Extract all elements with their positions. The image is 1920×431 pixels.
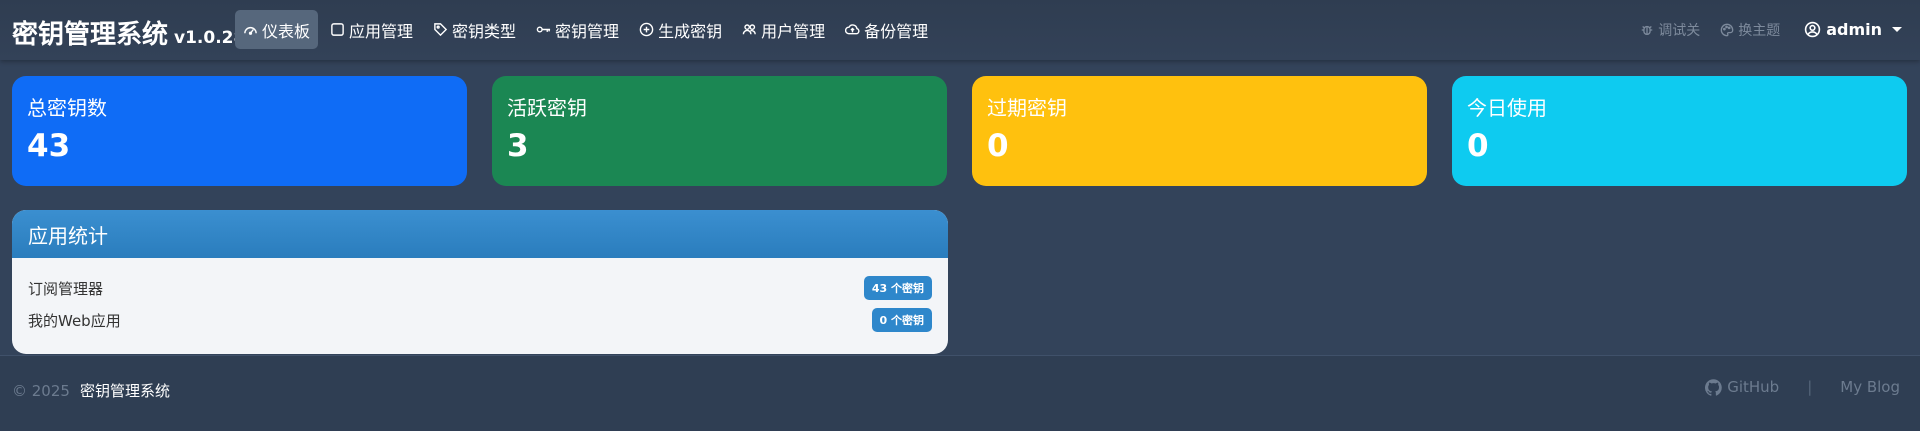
nav-item-apps[interactable]: 应用管理 bbox=[322, 10, 421, 49]
nav-label: 密钥管理 bbox=[555, 21, 620, 41]
stat-card-active-keys: 活跃密钥 3 bbox=[492, 76, 947, 186]
github-icon bbox=[1705, 378, 1722, 396]
stat-value: 43 bbox=[27, 128, 71, 164]
github-link[interactable]: GitHub bbox=[1705, 378, 1779, 396]
nav-item-dashboard[interactable]: 仪表板 bbox=[235, 10, 319, 49]
app-stats-panel: 应用统计 订阅管理器 43 个密钥 我的Web应用 0 个密钥 bbox=[12, 210, 948, 354]
nav-label: 仪表板 bbox=[262, 21, 311, 41]
debug-toggle[interactable]: 调试关 bbox=[1630, 10, 1710, 49]
key-count-badge: 0 个密钥 bbox=[871, 308, 932, 332]
panel-title: 应用统计 bbox=[12, 210, 948, 258]
stat-value: 3 bbox=[507, 128, 529, 164]
user-menu[interactable]: admin bbox=[1790, 10, 1902, 49]
app-stats-list: 订阅管理器 43 个密钥 我的Web应用 0 个密钥 bbox=[12, 258, 948, 350]
app-name: 我的Web应用 bbox=[28, 311, 121, 330]
footer: © 2025 密钥管理系统 GitHub | My Blog bbox=[0, 355, 1920, 431]
debug-label: 调试关 bbox=[1658, 22, 1701, 39]
footer-divider: | bbox=[1807, 378, 1813, 396]
stat-label: 今日使用 bbox=[1467, 96, 1547, 120]
copyright-year: © 2025 bbox=[12, 382, 70, 400]
app-name: 订阅管理器 bbox=[28, 279, 104, 298]
list-item: 订阅管理器 43 个密钥 bbox=[28, 272, 932, 304]
palette-icon bbox=[1720, 23, 1734, 36]
user-circle-icon bbox=[1805, 21, 1821, 38]
stat-card-expired-keys: 过期密钥 0 bbox=[972, 76, 1427, 186]
username: admin bbox=[1826, 20, 1882, 39]
stat-value: 0 bbox=[1467, 128, 1489, 164]
brand-title: 密钥管理系统 bbox=[12, 20, 169, 50]
stat-card-today-usage: 今日使用 0 bbox=[1452, 76, 1907, 186]
stat-value: 0 bbox=[987, 128, 1009, 164]
brand[interactable]: 密钥管理系统 v1.0.28 bbox=[12, 14, 245, 51]
tag-icon bbox=[434, 23, 448, 37]
nav-label: 备份管理 bbox=[864, 21, 929, 41]
key-icon bbox=[536, 26, 551, 33]
blog-label: My Blog bbox=[1840, 378, 1900, 396]
nav-item-backup[interactable]: 备份管理 bbox=[837, 10, 936, 49]
caret-down-icon bbox=[1892, 27, 1902, 32]
cloud-upload-icon bbox=[845, 24, 860, 35]
nav-label: 密钥类型 bbox=[452, 21, 517, 41]
main-nav: 仪表板 应用管理 密钥类型 密钥管理 生成密钥 用户管理 备份管理 bbox=[235, 10, 936, 49]
theme-toggle[interactable]: 换主题 bbox=[1710, 10, 1790, 49]
theme-label: 换主题 bbox=[1738, 22, 1781, 39]
nav-label: 应用管理 bbox=[349, 21, 414, 41]
square-icon bbox=[331, 23, 344, 36]
plus-circle-icon bbox=[639, 22, 654, 37]
list-item: 我的Web应用 0 个密钥 bbox=[28, 304, 932, 336]
nav-item-key-types[interactable]: 密钥类型 bbox=[425, 10, 524, 49]
top-navbar: 密钥管理系统 v1.0.28 仪表板 应用管理 密钥类型 密钥管理 生成密钥 用户… bbox=[0, 0, 1920, 60]
footer-links: GitHub | My Blog bbox=[1705, 378, 1900, 396]
copyright: © 2025 密钥管理系统 bbox=[12, 380, 170, 401]
bug-icon bbox=[1641, 25, 1653, 35]
stat-label: 总密钥数 bbox=[27, 96, 107, 120]
nav-item-keys[interactable]: 密钥管理 bbox=[528, 10, 627, 49]
key-count-badge: 43 个密钥 bbox=[863, 276, 932, 300]
nav-label: 用户管理 bbox=[761, 21, 826, 41]
nav-item-generate-key[interactable]: 生成密钥 bbox=[631, 10, 730, 49]
stat-label: 活跃密钥 bbox=[507, 96, 587, 120]
footer-brand-name: 密钥管理系统 bbox=[79, 382, 170, 400]
nav-item-users[interactable]: 用户管理 bbox=[734, 10, 833, 49]
stat-card-total-keys: 总密钥数 43 bbox=[12, 76, 467, 186]
navbar-tools: 调试关 换主题 admin bbox=[1630, 10, 1902, 49]
users-icon bbox=[742, 24, 756, 35]
blog-link[interactable]: My Blog bbox=[1840, 378, 1900, 396]
stat-label: 过期密钥 bbox=[987, 96, 1067, 120]
nav-label: 生成密钥 bbox=[658, 21, 723, 41]
dashboard-icon bbox=[244, 27, 257, 35]
github-label: GitHub bbox=[1727, 378, 1780, 396]
